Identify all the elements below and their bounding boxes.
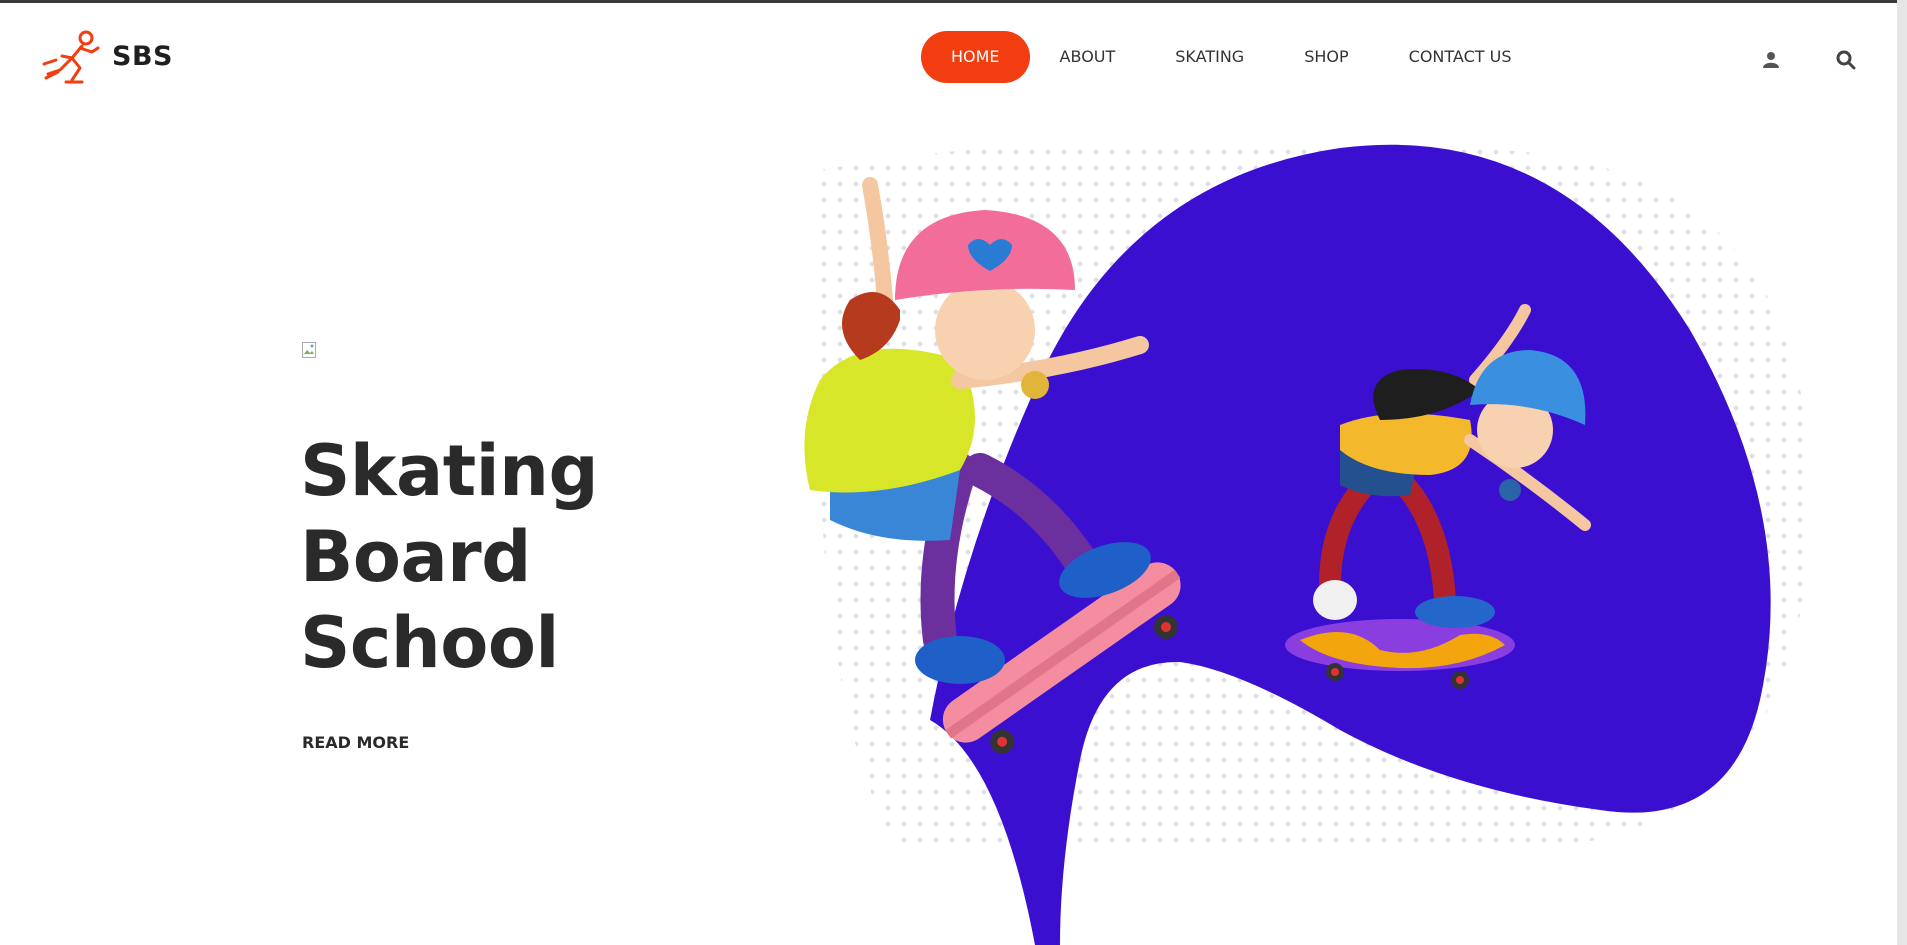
hero-illustration <box>804 138 1811 945</box>
